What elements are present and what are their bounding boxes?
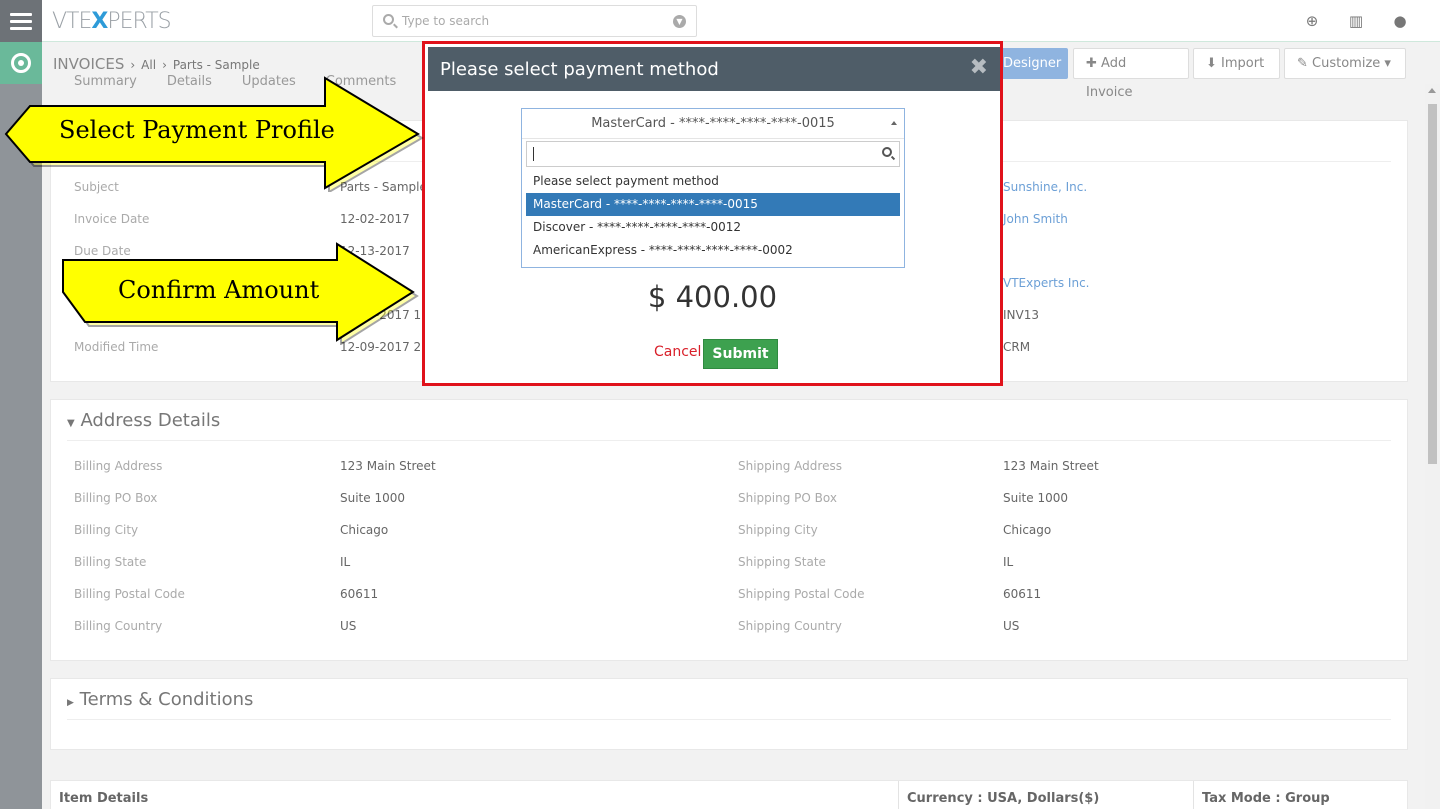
search-placeholder: Type to search — [402, 14, 490, 28]
address-section-title[interactable]: ▼ Address Details — [67, 410, 220, 431]
modal-title: Please select payment method — [440, 59, 719, 80]
breadcrumb-module[interactable]: INVOICES — [53, 55, 124, 73]
billing-address-label: Billing Address — [74, 459, 163, 473]
chart-icon[interactable]: ▥ — [1348, 13, 1364, 29]
caret-up-icon[interactable] — [891, 121, 897, 125]
contact-link[interactable]: John Smith — [1003, 212, 1068, 226]
terms-panel: ▶ Terms & Conditions — [50, 678, 1408, 750]
modal-header: Please select payment method ✖ — [428, 47, 1000, 91]
selected-payment-method[interactable]: MasterCard - ****-****-****-****-0015 — [522, 109, 904, 139]
field-value: INV13 — [1003, 308, 1039, 322]
shipping-country-label: Shipping Country — [738, 619, 842, 633]
app-logo[interactable]: VTEXPERTS — [52, 9, 172, 34]
search-icon — [882, 147, 892, 157]
chevron-down-icon[interactable]: ▼ — [673, 15, 686, 28]
select-payment-callout: Select Payment Profile — [59, 116, 335, 144]
billing-state-value: IL — [340, 555, 351, 569]
payment-option[interactable]: Discover - ****-****-****-****-0012 — [526, 216, 900, 239]
billing-city-value: Chicago — [340, 523, 389, 537]
shipping-postal-label: Shipping Postal Code — [738, 587, 865, 601]
payment-method-select[interactable]: MasterCard - ****-****-****-****-0015 Pl… — [521, 108, 905, 268]
shipping-postal-value: 60611 — [1003, 587, 1042, 601]
account-link[interactable]: VTExperts Inc. — [1003, 276, 1089, 290]
user-icon[interactable]: ● — [1392, 13, 1408, 29]
item-details-header: Item Details — [59, 791, 149, 806]
add-icon[interactable]: ⊕ — [1304, 13, 1320, 29]
organization-link[interactable]: Sunshine, Inc. — [1003, 180, 1087, 194]
shipping-address-label: Shipping Address — [738, 459, 842, 473]
search-icon — [383, 14, 394, 25]
payment-option[interactable]: AmericanExpress - ****-****-****-****-00… — [526, 239, 900, 262]
shipping-pobox-label: Shipping PO Box — [738, 491, 837, 505]
billing-city-label: Billing City — [74, 523, 139, 537]
billing-state-label: Billing State — [74, 555, 147, 569]
customize-button[interactable]: ✎ Customize ▾ — [1284, 48, 1406, 79]
shipping-state-label: Shipping State — [738, 555, 826, 569]
shipping-state-value: IL — [1003, 555, 1014, 569]
billing-pobox-value: Suite 1000 — [340, 491, 405, 505]
billing-country-label: Billing Country — [74, 619, 163, 633]
billing-postal-value: 60611 — [340, 587, 379, 601]
billing-pobox-label: Billing PO Box — [74, 491, 158, 505]
shipping-address-value: 123 Main Street — [1003, 459, 1099, 473]
import-button[interactable]: ⬇ Import — [1193, 48, 1280, 79]
breadcrumb-record: Parts - Sample — [172, 58, 260, 72]
billing-postal-label: Billing Postal Code — [74, 587, 185, 601]
billing-address-value: 123 Main Street — [340, 459, 436, 473]
shipping-city-label: Shipping City — [738, 523, 818, 537]
payment-option[interactable]: Please select payment method — [526, 170, 900, 193]
payment-amount: $ 400.00 — [647, 280, 778, 314]
currency-header[interactable]: Currency : USA, Dollars($) — [907, 791, 1099, 806]
top-bar: VTEXPERTS Type to search ▼ ⊕ ▥ ● — [42, 0, 1440, 42]
breadcrumb: INVOICES › All › Parts - Sample — [53, 55, 260, 73]
payment-option-selected[interactable]: MasterCard - ****-****-****-****-0015 — [526, 193, 900, 216]
search-input[interactable]: Type to search ▼ — [372, 5, 697, 37]
billing-country-value: US — [340, 619, 357, 633]
shipping-country-value: US — [1003, 619, 1020, 633]
menu-icon[interactable] — [0, 0, 42, 42]
field-label: Invoice Date — [74, 212, 150, 226]
terms-section-title[interactable]: ▶ Terms & Conditions — [67, 689, 253, 710]
breadcrumb-all[interactable]: All — [141, 58, 156, 72]
confirm-amount-callout: Confirm Amount — [118, 276, 320, 304]
field-value: 12-02-2017 — [340, 212, 410, 226]
submit-button[interactable]: Submit — [703, 339, 778, 369]
add-invoice-button[interactable]: ✚ Add Invoice — [1073, 48, 1189, 100]
payment-method-search-input[interactable] — [526, 141, 900, 167]
shipping-city-value: Chicago — [1003, 523, 1052, 537]
page-scrollbar[interactable] — [1425, 84, 1440, 809]
field-value: CRM — [1003, 340, 1031, 354]
shipping-pobox-value: Suite 1000 — [1003, 491, 1068, 505]
item-details-table: Item Details Currency : USA, Dollars($) … — [50, 780, 1408, 809]
payment-method-modal: Please select payment method ✖ MasterCar… — [422, 41, 1003, 386]
close-icon[interactable]: ✖ — [970, 57, 988, 79]
cancel-button[interactable]: Cancel — [654, 344, 701, 360]
address-panel: ▼ Address Details Billing Address 123 Ma… — [50, 399, 1408, 661]
tax-mode-header[interactable]: Tax Mode : Group — [1202, 791, 1330, 806]
